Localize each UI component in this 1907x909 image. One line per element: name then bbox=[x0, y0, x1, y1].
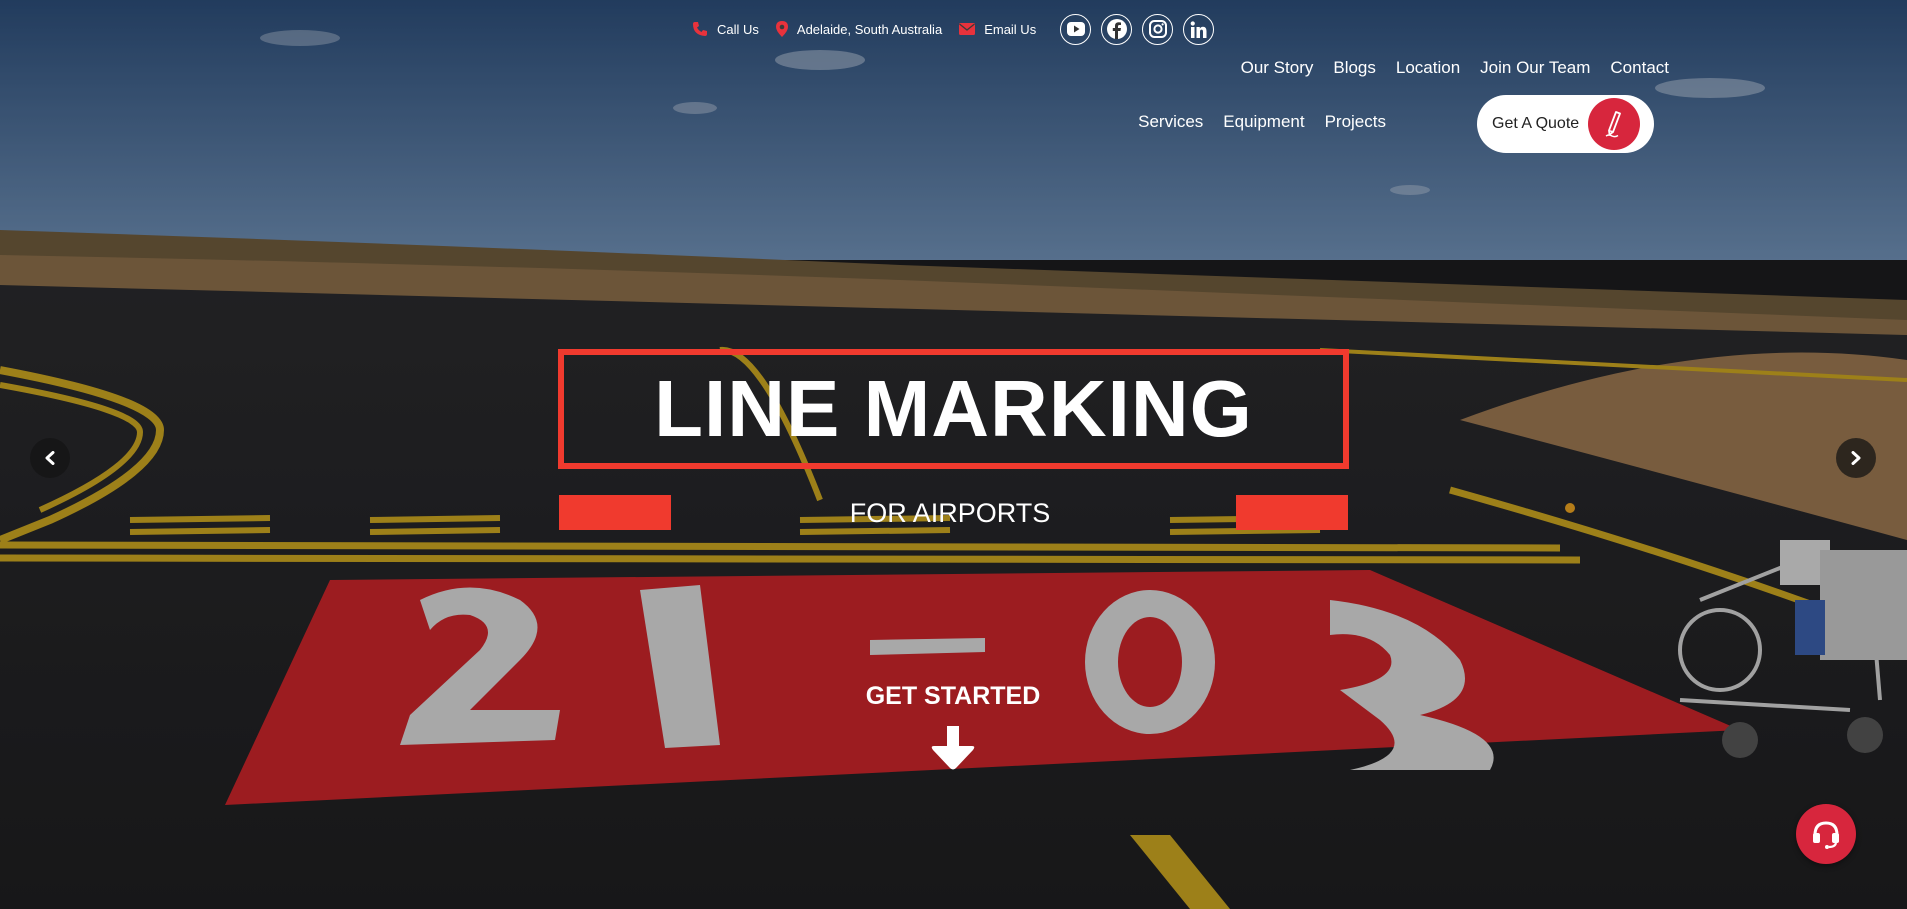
nav-contact[interactable]: Contact bbox=[1610, 58, 1669, 78]
youtube-link[interactable] bbox=[1060, 13, 1092, 45]
right-accent-bar bbox=[1236, 495, 1348, 530]
location-link[interactable]: Adelaide, South Australia bbox=[775, 21, 943, 37]
phone-icon bbox=[693, 22, 707, 36]
linkedin-icon bbox=[1190, 20, 1207, 38]
nav-blogs[interactable]: Blogs bbox=[1333, 58, 1376, 78]
headset-icon bbox=[1813, 821, 1839, 849]
instagram-link[interactable] bbox=[1142, 13, 1174, 45]
facebook-link[interactable] bbox=[1101, 13, 1133, 45]
nav-projects[interactable]: Projects bbox=[1325, 112, 1386, 132]
get-started-link[interactable]: GET STARTED bbox=[803, 682, 1103, 711]
linkedin-link[interactable] bbox=[1183, 13, 1215, 45]
youtube-icon bbox=[1066, 22, 1085, 36]
hero-headline: LINE MARKING bbox=[654, 364, 1253, 453]
call-us-link[interactable]: Call Us bbox=[692, 21, 759, 37]
instagram-icon bbox=[1148, 20, 1167, 38]
chevron-right-icon bbox=[1851, 451, 1861, 465]
location-label: Adelaide, South Australia bbox=[796, 21, 943, 37]
slider-next-button[interactable] bbox=[1836, 438, 1876, 478]
nav-location[interactable]: Location bbox=[1396, 58, 1460, 78]
nav-our-story[interactable]: Our Story bbox=[1241, 58, 1314, 78]
facebook-icon bbox=[1106, 19, 1127, 39]
nav-services[interactable]: Services bbox=[1138, 112, 1203, 132]
pencil-icon bbox=[1588, 98, 1640, 150]
arrow-down-icon[interactable] bbox=[927, 724, 979, 777]
get-a-quote-label: Get A Quote bbox=[1492, 115, 1580, 132]
left-accent-bar bbox=[559, 495, 671, 530]
get-a-quote-button[interactable]: Get A Quote bbox=[1477, 95, 1654, 153]
main-nav-secondary: Services Equipment Projects bbox=[1138, 112, 1386, 132]
support-chat-button[interactable] bbox=[1796, 804, 1856, 864]
social-links bbox=[1060, 13, 1224, 45]
top-contact-bar: Call Us Adelaide, South Australia Email … bbox=[692, 12, 1224, 46]
map-pin-icon bbox=[775, 21, 788, 37]
headline-frame: LINE MARKING bbox=[558, 349, 1349, 469]
nav-join-our-team[interactable]: Join Our Team bbox=[1480, 58, 1590, 78]
email-us-label: Email Us bbox=[984, 21, 1037, 37]
hero-subtitle: FOR AIRPORTS bbox=[849, 498, 1051, 528]
chevron-left-icon bbox=[45, 451, 55, 465]
main-nav-primary: Our Story Blogs Location Join Our Team C… bbox=[1241, 58, 1669, 78]
call-us-label: Call Us bbox=[717, 21, 759, 37]
envelope-icon bbox=[959, 23, 976, 35]
nav-equipment[interactable]: Equipment bbox=[1223, 112, 1304, 132]
slider-prev-button[interactable] bbox=[30, 438, 70, 478]
email-us-link[interactable]: Email Us bbox=[959, 22, 1036, 37]
